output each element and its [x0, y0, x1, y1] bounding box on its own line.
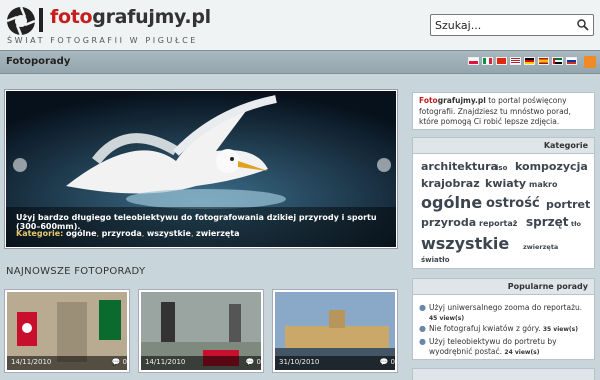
- logo-divider: [39, 8, 43, 32]
- slide-categories-label: Kategorie:: [16, 229, 64, 238]
- popular-title: Popularne porady: [507, 282, 588, 291]
- tag-link[interactable]: krajobraz: [421, 177, 480, 190]
- tag-link[interactable]: portret: [546, 198, 590, 211]
- tag-link[interactable]: światło: [421, 256, 450, 264]
- thumb-footer: 14/11/2010 💬 0: [7, 356, 127, 370]
- sidebar-box-header: [413, 369, 594, 380]
- tag-link[interactable]: reportaż: [479, 219, 517, 228]
- flag-pl-icon[interactable]: [468, 57, 479, 65]
- slide-category-link[interactable]: przyroda: [102, 229, 142, 238]
- popular-item-views: 24 view(s): [504, 349, 540, 356]
- tag-link[interactable]: ostrość: [486, 196, 540, 211]
- tag-link[interactable]: sprzęt: [526, 215, 569, 229]
- categories-box: Kategorie architektura iso kompozycja kr…: [412, 137, 595, 269]
- tag-link[interactable]: architektura: [421, 160, 498, 173]
- popular-item-text[interactable]: Użyj uniwersalnego zooma do reportażu.: [429, 303, 582, 312]
- comment-count: 💬 0: [111, 358, 127, 366]
- site-tagline: ŚWIAT FOTOGRAFII W PIGUŁCE: [7, 36, 198, 45]
- nav-title[interactable]: Fotoporady: [6, 56, 70, 67]
- search-icon[interactable]: [576, 18, 590, 32]
- sidebar-box-partial: [412, 368, 595, 380]
- featured-slider[interactable]: Użyj bardzo długiego teleobiektywu do fo…: [5, 90, 397, 248]
- bullet-icon: ●: [419, 303, 426, 312]
- search-box: [430, 14, 594, 36]
- flag-it-icon[interactable]: [482, 57, 493, 65]
- tag-link[interactable]: tło: [571, 220, 581, 228]
- comment-count: 💬 0: [379, 358, 395, 366]
- tag-link[interactable]: makro: [529, 180, 558, 189]
- slide-caption-box: Użyj bardzo długiego teleobiektywu do fo…: [6, 207, 396, 247]
- tag-link[interactable]: wszystkie: [421, 234, 509, 253]
- slider-next-button[interactable]: [377, 158, 391, 172]
- search-input[interactable]: [435, 18, 575, 33]
- bullet-icon: ●: [419, 324, 426, 333]
- popular-item-views: 45 view(s): [429, 315, 465, 322]
- slide-categories: Kategorie: ogólne, przyroda, wszystkie, …: [16, 229, 240, 238]
- thumb-footer: 14/11/2010 💬 0: [141, 356, 261, 370]
- comment-count: 💬 0: [245, 358, 261, 366]
- tag-link[interactable]: kwiaty: [485, 177, 526, 190]
- flag-cn-icon[interactable]: [496, 57, 507, 65]
- nav-bar: Fotoporady: [0, 50, 600, 74]
- newest-heading: NAJNOWSZE FOTOPORADY: [6, 266, 146, 277]
- newest-thumb[interactable]: 31/10/2010 💬 0: [273, 290, 397, 372]
- slide-category-link[interactable]: ogólne: [66, 229, 97, 238]
- slider-prev-button[interactable]: [13, 158, 27, 172]
- flag-us-icon[interactable]: [510, 57, 521, 65]
- tag-link[interactable]: ogólne: [421, 193, 482, 212]
- popular-header: Popularne porady: [413, 279, 594, 295]
- tag-link[interactable]: przyroda: [421, 216, 476, 229]
- slide-category-link[interactable]: zwierzęta: [196, 229, 239, 238]
- site-logo[interactable]: fotografujmy.pl: [50, 6, 211, 28]
- categories-title: Kategorie: [543, 141, 588, 150]
- popular-item-text[interactable]: Nie fotografuj kwiatów z góry.: [429, 324, 540, 333]
- tag-link[interactable]: kompozycja: [515, 160, 588, 173]
- flag-ru-icon[interactable]: [566, 57, 577, 65]
- tag-link[interactable]: iso: [496, 164, 507, 172]
- categories-header: Kategorie: [413, 138, 594, 154]
- thumb-footer: 31/10/2010 💬 0: [275, 356, 395, 370]
- about-box: Fotografujmy.pl to portal poświęcony fot…: [412, 92, 595, 130]
- flag-es-icon[interactable]: [538, 57, 549, 65]
- rss-icon[interactable]: [584, 56, 596, 68]
- bullet-icon: ●: [419, 337, 426, 346]
- about-text: Fotografujmy.pl to portal poświęcony fot…: [419, 96, 571, 126]
- flag-de-icon[interactable]: [524, 57, 535, 65]
- slide-category-link[interactable]: wszystkie: [147, 229, 191, 238]
- newest-thumb[interactable]: 14/11/2010 💬 0: [5, 290, 129, 372]
- site-header: fotografujmy.pl ŚWIAT FOTOGRAFII W PIGUŁ…: [0, 0, 600, 50]
- thumb-date: 14/11/2010: [11, 358, 52, 366]
- popular-item-views: 35 view(s): [542, 326, 578, 333]
- thumb-date: 31/10/2010: [279, 358, 320, 366]
- popular-box: Popularne porady ● Użyj uniwersalnego zo…: [412, 278, 595, 360]
- tag-link[interactable]: zwierzęta: [523, 243, 558, 251]
- camera-aperture-icon[interactable]: [6, 6, 36, 36]
- thumb-date: 14/11/2010: [145, 358, 186, 366]
- flag-ae-icon[interactable]: [552, 57, 563, 65]
- newest-thumb[interactable]: 14/11/2010 💬 0: [139, 290, 263, 372]
